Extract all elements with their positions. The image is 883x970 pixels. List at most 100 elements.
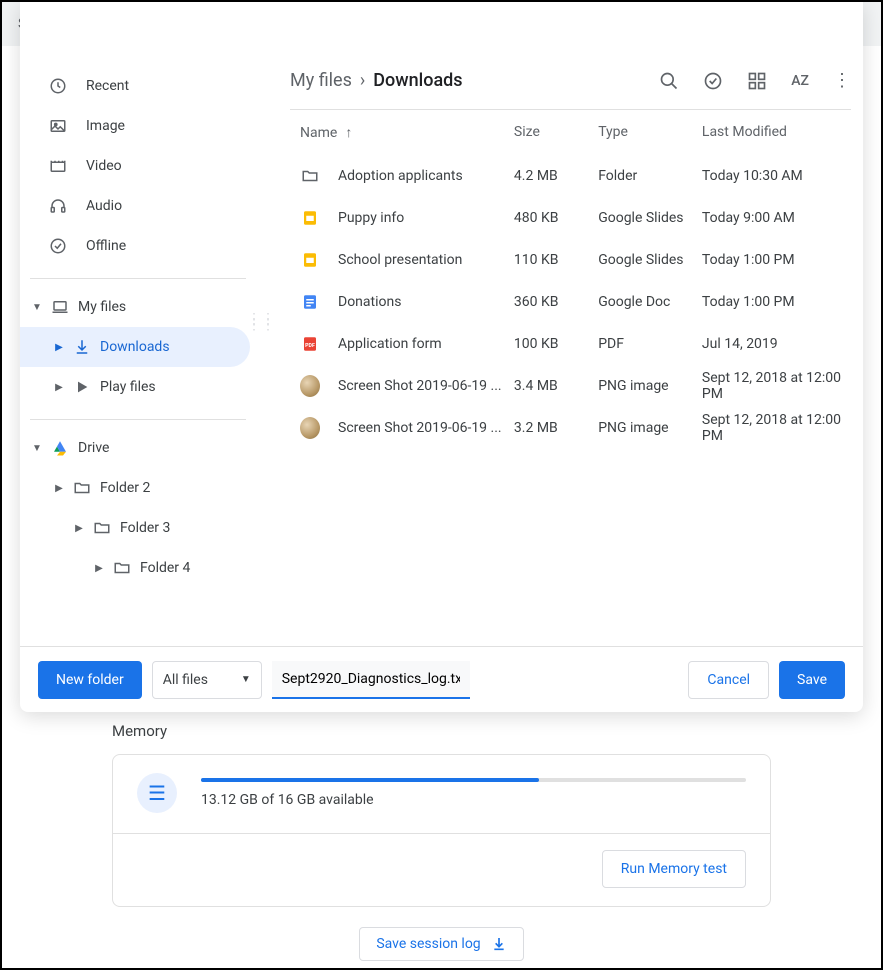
folder-icon xyxy=(92,518,112,538)
tree-item-playfiles[interactable]: ▶ Play files xyxy=(20,367,270,407)
file-size: 4.2 MB xyxy=(514,168,598,184)
file-modified: Sept 12, 2018 at 12:00 PM xyxy=(702,370,851,402)
tree-item-folder4[interactable]: ▶ Folder 4 xyxy=(20,548,270,588)
breadcrumb-current: Downloads xyxy=(373,70,462,91)
divider xyxy=(30,278,246,279)
memory-progress-bar xyxy=(201,778,746,782)
offline-toggle-icon[interactable] xyxy=(703,71,723,91)
new-folder-button[interactable]: New folder xyxy=(38,661,142,699)
file-modified: Today 1:00 PM xyxy=(702,294,851,310)
tree-item-folder2[interactable]: ▶ Folder 2 xyxy=(20,468,270,508)
chevron-down-icon: ▼ xyxy=(32,302,42,313)
file-row[interactable]: PDFApplication form 100 KB PDF Jul 14, 2… xyxy=(290,323,851,365)
breadcrumb-root: My files xyxy=(290,70,352,91)
video-icon xyxy=(48,156,68,176)
tree-item-downloads[interactable]: ▶ Downloads xyxy=(20,327,250,367)
memory-text: 13.12 GB of 16 GB available xyxy=(201,792,746,808)
file-row[interactable]: School presentation 110 KB Google Slides… xyxy=(290,239,851,281)
file-modified: Today 10:30 AM xyxy=(702,168,851,184)
folder-icon xyxy=(300,166,320,186)
file-type: Folder xyxy=(598,168,702,184)
file-type: Google Doc xyxy=(598,294,702,310)
file-row[interactable]: Screen Shot 2019-06-19 ... 3.4 MB PNG im… xyxy=(290,365,851,407)
dialog-footer: New folder All files ▼ Cancel Save xyxy=(20,646,863,712)
file-name: Adoption applicants xyxy=(338,168,463,184)
sidebar-label: Recent xyxy=(86,78,129,94)
file-row[interactable]: Screen Shot 2019-06-19 ... 3.2 MB PNG im… xyxy=(290,407,851,449)
tree-label: My files xyxy=(78,299,126,315)
sort-icon[interactable]: AZ xyxy=(791,73,809,89)
memory-icon: ☰ xyxy=(137,773,177,813)
download-icon xyxy=(491,936,507,952)
sidebar-item-image[interactable]: Image xyxy=(20,106,270,146)
chevron-right-icon: ▶ xyxy=(54,342,64,353)
main-header: My files › Downloads AZ ⋮ xyxy=(290,70,851,109)
tree-label: Folder 2 xyxy=(100,480,150,496)
tree-label: Downloads xyxy=(100,339,170,355)
file-name: Puppy info xyxy=(338,210,404,226)
tree-item-drive[interactable]: ▼ Drive xyxy=(20,428,270,468)
grid-view-icon[interactable] xyxy=(747,71,767,91)
filter-label: All files xyxy=(163,672,208,688)
file-row[interactable]: Adoption applicants 4.2 MB Folder Today … xyxy=(290,155,851,197)
file-modified: Sept 12, 2018 at 12:00 PM xyxy=(702,412,851,444)
file-modified: Jul 14, 2019 xyxy=(702,336,851,352)
tree-item-folder3[interactable]: ▶ Folder 3 xyxy=(20,508,270,548)
tree-label: Drive xyxy=(78,440,109,456)
file-type: Google Slides xyxy=(598,252,702,268)
sort-by-name[interactable]: Name↑ xyxy=(290,124,514,141)
slides-icon xyxy=(300,208,320,228)
file-size: 3.4 MB xyxy=(514,378,598,394)
save-button[interactable]: Save xyxy=(779,661,845,699)
sidebar-item-recent[interactable]: Recent xyxy=(20,66,270,106)
sidebar-item-offline[interactable]: Offline xyxy=(20,226,270,266)
laptop-icon xyxy=(50,297,70,317)
save-session-log-button[interactable]: Save session log xyxy=(359,927,523,961)
sort-by-type[interactable]: Type xyxy=(598,124,702,141)
chevron-right-icon: ▶ xyxy=(74,523,84,534)
file-row[interactable]: Puppy info 480 KB Google Slides Today 9:… xyxy=(290,197,851,239)
sort-by-size[interactable]: Size xyxy=(514,124,598,141)
sidebar-item-video[interactable]: Video xyxy=(20,146,270,186)
memory-section-title: Memory xyxy=(112,722,771,740)
file-row[interactable]: Donations 360 KB Google Doc Today 1:00 P… xyxy=(290,281,851,323)
filename-input[interactable] xyxy=(272,661,470,699)
chevron-right-icon: › xyxy=(360,70,365,91)
file-size: 3.2 MB xyxy=(514,420,598,436)
file-size: 100 KB xyxy=(514,336,598,352)
file-browser: My files › Downloads AZ ⋮ Name↑ Size Typ… xyxy=(270,46,863,646)
svg-text:PDF: PDF xyxy=(305,343,315,349)
file-list: Name↑ Size Type Last Modified Adoption a… xyxy=(290,109,851,449)
drive-icon xyxy=(50,438,70,458)
sort-by-modified[interactable]: Last Modified xyxy=(702,124,851,141)
chevron-right-icon: ▶ xyxy=(94,563,104,574)
headphones-icon xyxy=(48,196,68,216)
file-filter-select[interactable]: All files ▼ xyxy=(152,661,262,699)
file-type: PNG image xyxy=(598,420,702,436)
file-name: Application form xyxy=(338,336,442,352)
file-modified: Today 9:00 AM xyxy=(702,210,851,226)
cancel-button[interactable]: Cancel xyxy=(688,661,769,699)
download-icon xyxy=(72,337,92,357)
chevron-down-icon: ▼ xyxy=(32,443,42,454)
folder-icon xyxy=(72,478,92,498)
session-log-label: Save session log xyxy=(376,936,480,952)
doc-icon xyxy=(300,292,320,312)
file-size: 110 KB xyxy=(514,252,598,268)
more-icon[interactable]: ⋮ xyxy=(833,70,851,91)
file-size: 360 KB xyxy=(514,294,598,310)
search-icon[interactable] xyxy=(659,71,679,91)
tree-item-myfiles[interactable]: ▼ My files xyxy=(20,287,270,327)
sidebar-item-audio[interactable]: Audio xyxy=(20,186,270,226)
file-list-header: Name↑ Size Type Last Modified xyxy=(290,110,851,155)
diagnostics-page: Memory ☰ 13.12 GB of 16 GB available Run… xyxy=(2,722,881,961)
file-size: 480 KB xyxy=(514,210,598,226)
drag-handle-icon[interactable]: ⋮⋮⋮⋮ xyxy=(247,316,275,328)
tree-label: Folder 3 xyxy=(120,520,170,536)
run-memory-test-button[interactable]: Run Memory test xyxy=(602,850,746,888)
chevron-right-icon: ▶ xyxy=(54,483,64,494)
thumb-icon xyxy=(300,376,320,396)
file-name: Donations xyxy=(338,294,401,310)
memory-card: ☰ 13.12 GB of 16 GB available Run Memory… xyxy=(112,754,771,907)
breadcrumb[interactable]: My files › Downloads xyxy=(290,70,463,91)
